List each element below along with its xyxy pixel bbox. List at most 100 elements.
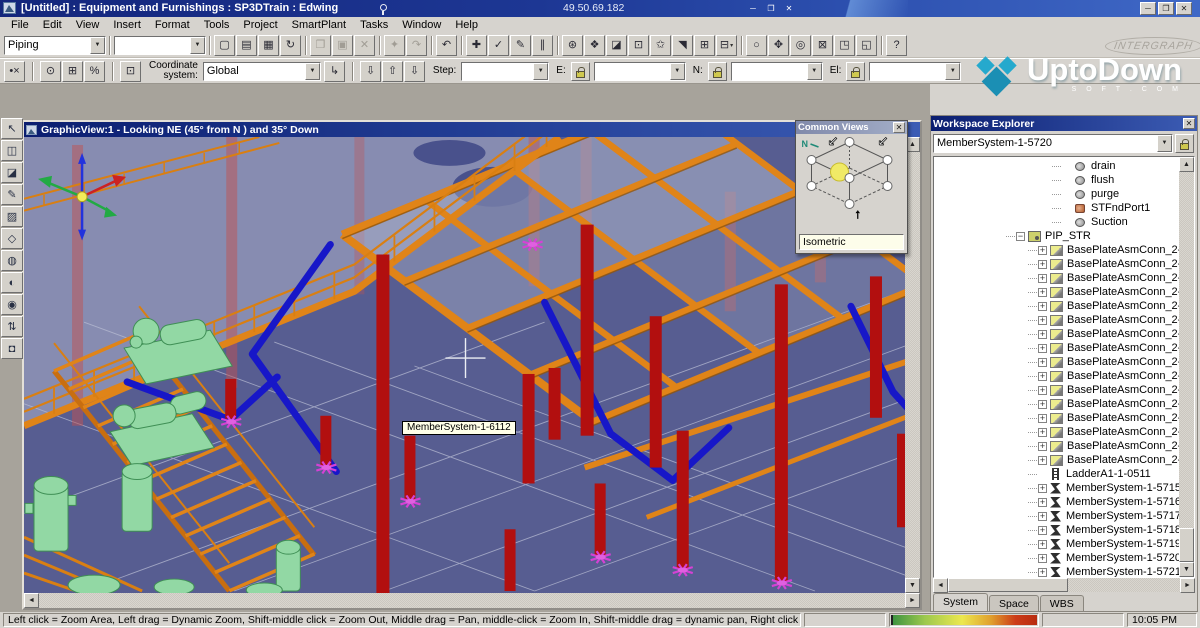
smartsketch-icon[interactable]: ✚ xyxy=(466,35,487,56)
tree-horizontal-scrollbar[interactable]: ◄ ► xyxy=(933,578,1195,592)
expand-icon[interactable]: + xyxy=(1038,484,1047,493)
scroll-track[interactable] xyxy=(1068,578,1180,592)
tree-item[interactable]: −PIP_STR xyxy=(934,229,1179,243)
menu-item-insert[interactable]: Insert xyxy=(106,18,148,33)
tree-item[interactable]: +BasePlateAsmConn_2-1-070 xyxy=(934,397,1179,411)
task-dropdown[interactable]: Piping ▼ xyxy=(4,36,106,55)
window-area-icon[interactable]: ⊡ xyxy=(628,35,649,56)
close-icon[interactable]: ✕ xyxy=(893,122,905,133)
expand-icon[interactable]: + xyxy=(1038,526,1047,535)
tree-item[interactable]: Suction xyxy=(934,215,1179,229)
angle-snap-icon[interactable]: % xyxy=(84,61,105,82)
fit-view-icon[interactable]: ⊠ xyxy=(812,35,833,56)
zoom-icon[interactable]: ○ xyxy=(746,35,767,56)
tree-item[interactable]: +BasePlateAsmConn_2-1-070 xyxy=(934,355,1179,369)
tree-item[interactable]: +BasePlateAsmConn_2-1-061 xyxy=(934,257,1179,271)
east-lock-button[interactable] xyxy=(571,62,590,81)
restore-button[interactable]: ❐ xyxy=(1158,2,1174,15)
close-button[interactable]: ✕ xyxy=(1176,2,1192,15)
sketch-icon[interactable]: ✎ xyxy=(510,35,531,56)
tree-item[interactable]: flush xyxy=(934,173,1179,187)
tab-wbs[interactable]: WBS xyxy=(1040,595,1084,611)
view-style-icon[interactable]: ⊟▾ xyxy=(716,35,737,56)
scroll-left-icon[interactable]: ◄ xyxy=(24,593,39,608)
zoom-star-icon[interactable]: ✩ xyxy=(650,35,671,56)
tab-system[interactable]: System xyxy=(933,593,988,611)
check-data-icon[interactable]: ✓ xyxy=(488,35,509,56)
expand-icon[interactable]: + xyxy=(1038,414,1047,423)
tree-item[interactable]: LadderA1-1-0511 xyxy=(934,467,1179,481)
dropdown-arrow-icon[interactable]: ▼ xyxy=(807,63,822,80)
menu-item-view[interactable]: View xyxy=(69,18,107,33)
expand-icon[interactable]: + xyxy=(1038,358,1047,367)
point-snap-icon[interactable]: •× xyxy=(4,61,25,82)
tree-item[interactable]: +MemberSystem-1-5715 xyxy=(934,481,1179,495)
place-plate-icon[interactable]: ◪ xyxy=(1,162,23,183)
new-document-icon[interactable]: ▢ xyxy=(214,35,235,56)
expand-icon[interactable]: + xyxy=(1038,554,1047,563)
scroll-left-icon[interactable]: ◄ xyxy=(933,578,948,593)
expand-icon[interactable]: + xyxy=(1038,456,1047,465)
close-icon[interactable]: ✕ xyxy=(1183,118,1195,129)
minimize-button[interactable]: ─ xyxy=(745,2,761,15)
place-linear-member-icon[interactable]: ◫ xyxy=(1,140,23,161)
scroll-thumb[interactable] xyxy=(1179,528,1194,562)
tree-item[interactable]: +BasePlateAsmConn_2-1-070 xyxy=(934,453,1179,467)
collapse-icon[interactable]: − xyxy=(1016,232,1025,241)
tree-item[interactable]: +BasePlateAsmConn_2-1-061 xyxy=(934,285,1179,299)
view-grid-icon[interactable]: ⊞ xyxy=(694,35,715,56)
east-dropdown[interactable]: ▼ xyxy=(594,62,686,81)
undo-icon[interactable]: ↶ xyxy=(436,35,457,56)
expand-icon[interactable]: + xyxy=(1038,260,1047,269)
menu-item-tasks[interactable]: Tasks xyxy=(353,18,395,33)
tree-item[interactable]: purge xyxy=(934,187,1179,201)
tree-item[interactable]: +BasePlateAsmConn_2-1-060 xyxy=(934,243,1179,257)
pan-icon[interactable]: ✥ xyxy=(768,35,789,56)
scroll-right-icon[interactable]: ► xyxy=(1180,578,1195,593)
expand-icon[interactable]: + xyxy=(1038,372,1047,381)
menu-item-tools[interactable]: Tools xyxy=(197,18,237,33)
sketch-2d-icon[interactable]: ✎ xyxy=(1,184,23,205)
expand-icon[interactable]: + xyxy=(1038,428,1047,437)
dropdown-arrow-icon[interactable]: ▼ xyxy=(90,37,105,54)
select-tool-icon[interactable]: ↖ xyxy=(1,118,23,139)
workspace-explorer-titlebar[interactable]: Workspace Explorer ✕ xyxy=(931,116,1197,131)
rotate-object-icon[interactable]: ◉ xyxy=(1,294,23,315)
scroll-thumb[interactable] xyxy=(948,578,1068,592)
tree-item[interactable]: +BasePlateAsmConn_2-1-070 xyxy=(934,411,1179,425)
dropdown-arrow-icon[interactable]: ▼ xyxy=(190,37,205,54)
expand-icon[interactable]: + xyxy=(1038,386,1047,395)
copy-icon[interactable]: ❐ xyxy=(310,35,331,56)
expand-icon[interactable]: + xyxy=(1038,400,1047,409)
previous-view-icon[interactable]: ◱ xyxy=(856,35,877,56)
locate-filter-dropdown[interactable]: MemberSystem-1-5720 ▼ xyxy=(933,134,1173,153)
tree-item[interactable]: drain xyxy=(934,159,1179,173)
viewport-horizontal-scrollbar[interactable]: ◄ ► xyxy=(24,593,920,608)
tree-item[interactable]: +BasePlateAsmConn_2-1-061 xyxy=(934,313,1179,327)
smart-select-icon[interactable]: ◥ xyxy=(672,35,693,56)
dropdown-arrow-icon[interactable]: ▼ xyxy=(1157,135,1172,152)
move-object-icon[interactable]: ⇅ xyxy=(1,316,23,337)
tree-item[interactable]: +BasePlateAsmConn_2-1-061 xyxy=(934,299,1179,313)
scroll-right-icon[interactable]: ► xyxy=(905,593,920,608)
rotate-view-icon[interactable]: ⊛ xyxy=(562,35,583,56)
window-select-icon[interactable]: ◳ xyxy=(834,35,855,56)
expand-icon[interactable]: + xyxy=(1038,498,1047,507)
grids-icon[interactable]: ▨ xyxy=(1,206,23,227)
move-icon[interactable]: ✦ xyxy=(384,35,405,56)
coordinate-system-dropdown[interactable]: Global ▼ xyxy=(203,62,321,81)
refresh-icon[interactable]: ↻ xyxy=(280,35,301,56)
expand-icon[interactable]: + xyxy=(1038,512,1047,521)
restore-button[interactable]: ❐ xyxy=(763,2,779,15)
open-icon[interactable]: ▤ xyxy=(236,35,257,56)
expand-icon[interactable]: + xyxy=(1038,302,1047,311)
tree-item[interactable]: +MemberSystem-1-5719 xyxy=(934,537,1179,551)
expand-icon[interactable]: + xyxy=(1038,568,1047,577)
menu-item-project[interactable]: Project xyxy=(236,18,284,33)
pinpoint-icon[interactable]: ⊡ xyxy=(120,61,141,82)
clip-volume-icon[interactable]: ◪ xyxy=(606,35,627,56)
frame-connection-icon[interactable]: ◘ xyxy=(1,338,23,359)
scroll-track[interactable] xyxy=(39,593,905,608)
menu-item-smartplant[interactable]: SmartPlant xyxy=(285,18,353,33)
menu-item-help[interactable]: Help xyxy=(448,18,485,33)
